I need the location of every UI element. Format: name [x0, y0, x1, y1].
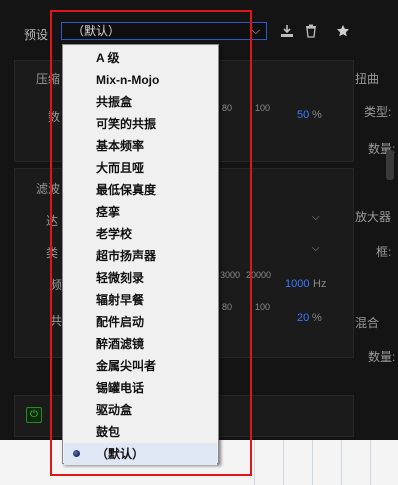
unit-label: Hz	[313, 278, 327, 290]
menu-item[interactable]: 驱动盒	[64, 399, 217, 421]
menu-item[interactable]: 痉挛	[64, 201, 217, 223]
mix-amount-label: 数量:	[368, 350, 396, 364]
type-label: 类型:	[364, 105, 392, 119]
menu-item-default[interactable]: （默认）	[64, 443, 217, 465]
tick-label: 3000	[220, 270, 241, 280]
download-icon[interactable]	[280, 24, 294, 38]
trash-icon[interactable]	[304, 24, 318, 38]
filter-label: 滤波	[36, 182, 61, 196]
chevron-down-icon[interactable]: ⌵	[312, 212, 320, 223]
menu-item[interactable]: 老学校	[64, 223, 217, 245]
menu-item[interactable]: 金属尖叫者	[64, 355, 217, 377]
tick-label: 100	[255, 103, 271, 113]
preset-label: 预设	[24, 28, 49, 42]
value-display[interactable]: 20	[297, 312, 309, 324]
menu-item[interactable]: 共振盒	[64, 91, 217, 113]
menu-item[interactable]: 辐射早餐	[64, 289, 217, 311]
unit-label: %	[312, 312, 322, 324]
menu-item[interactable]: 醉酒滤镜	[64, 333, 217, 355]
partial-label: 类	[46, 246, 59, 260]
partial-label: 达	[46, 214, 59, 228]
value-display[interactable]: 1000	[285, 278, 309, 290]
menu-item[interactable]: 轻微刻录	[64, 267, 217, 289]
partial-label: 频	[50, 278, 63, 292]
menu-item[interactable]: 鼓包	[64, 421, 217, 443]
menu-item[interactable]: 锡罐电话	[64, 377, 217, 399]
preset-select[interactable]: （默认） ⌵	[61, 22, 267, 40]
menu-item[interactable]: 配件启动	[64, 311, 217, 333]
distortion-label: 扭曲	[355, 72, 380, 86]
mix-label: 混合	[355, 316, 380, 330]
preset-dropdown-menu: A 级 Mix-n-Mojo 共振盒 可笑的共振 基本频率 大而且哑 最低保真度…	[62, 44, 219, 465]
menu-item[interactable]: 大而且哑	[64, 157, 217, 179]
menu-item[interactable]: 可笑的共振	[64, 113, 217, 135]
unit-label: %	[312, 109, 322, 121]
tick-label: 20000	[246, 270, 272, 280]
value-display[interactable]: 50	[297, 109, 309, 121]
radio-selected-icon	[73, 450, 80, 457]
chevron-down-icon: ⌵	[251, 25, 260, 37]
menu-item[interactable]: 超市扬声器	[64, 245, 217, 267]
power-icon[interactable]: ⏻	[26, 407, 42, 423]
partial-label: 共	[50, 314, 63, 328]
tick-label: 80	[222, 302, 233, 312]
host-grid	[226, 440, 398, 485]
menu-item[interactable]: Mix-n-Mojo	[64, 69, 217, 91]
menu-item[interactable]: 基本频率	[64, 135, 217, 157]
amp-label: 放大器	[355, 210, 392, 224]
plugin-window: 预设 （默认） ⌵ 压缩 扭曲 类型: 数量: 滤波 放大器 框: 混合 数量:…	[0, 0, 398, 485]
tick-label: 80	[222, 103, 233, 113]
compressor-label: 压缩	[36, 72, 61, 86]
partial-label: 数	[48, 110, 61, 124]
frame-label: 框:	[376, 245, 392, 259]
menu-item[interactable]: A 级	[64, 47, 217, 69]
chevron-down-icon[interactable]: ⌵	[312, 243, 320, 254]
preset-selected-value: （默认）	[72, 24, 121, 38]
tick-label: 100	[255, 302, 271, 312]
scrollbar[interactable]	[386, 150, 394, 180]
star-icon[interactable]	[336, 24, 350, 38]
menu-item[interactable]: 最低保真度	[64, 179, 217, 201]
